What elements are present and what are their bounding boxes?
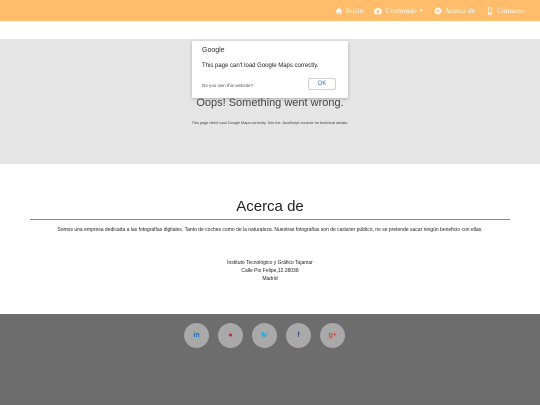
nav-item-acerca[interactable]: Acerca de xyxy=(434,6,475,15)
linkedin-icon[interactable]: in xyxy=(184,323,209,348)
pinterest-glyph: ● xyxy=(228,332,233,339)
nav-label-acerca: Acerca de xyxy=(444,6,475,15)
maps-error-message: This page can't load Google Maps correct… xyxy=(202,63,319,69)
googleplus-icon[interactable]: g+ xyxy=(320,323,345,348)
pinterest-icon[interactable]: ● xyxy=(218,323,243,348)
nav-item-inicio[interactable]: Inicio xyxy=(335,6,364,15)
google-brand: Google xyxy=(202,47,225,54)
maps-error-dialog: Google This page can't load Google Maps … xyxy=(192,41,348,98)
nav-item-contacto[interactable]: Contacto xyxy=(486,6,524,15)
about-divider xyxy=(30,219,510,220)
camera-icon xyxy=(374,7,383,14)
ok-button[interactable]: OK xyxy=(308,78,336,90)
top-navbar: Inicio Contenido ▾ Acerca de Contacto xyxy=(0,0,540,21)
linkedin-glyph: in xyxy=(193,332,200,339)
facebook-glyph: f xyxy=(297,332,300,339)
own-website-link[interactable]: Do you own this website? xyxy=(202,83,253,88)
oops-subtitle: This page didn't load Google Maps correc… xyxy=(191,121,349,125)
home-icon xyxy=(335,7,343,14)
address-line: Calle Pio Felipe,12.28038 xyxy=(241,268,299,274)
phone-icon xyxy=(487,6,492,15)
nav-item-contenido[interactable]: Contenido ▾ xyxy=(374,6,423,15)
nav-label-contacto: Contacto xyxy=(496,6,524,15)
address-block: Instituto Tecnológico y Gráfico Tajamar … xyxy=(0,259,540,283)
social-links: in ● 🐦 f g+ xyxy=(184,323,345,348)
nav-label-inicio: Inicio xyxy=(345,6,364,15)
oops-title: Oops! Something went wrong. xyxy=(196,97,344,109)
googleplus-glyph: g+ xyxy=(328,332,337,339)
twitter-glyph: 🐦 xyxy=(260,332,269,339)
address-line: Instituto Tecnológico y Gráfico Tajamar xyxy=(227,260,313,266)
facebook-icon[interactable]: f xyxy=(286,323,311,348)
nav-menu: Inicio Contenido ▾ Acerca de Contacto xyxy=(335,0,524,21)
about-description: Somos una empresa dedicada a las fotogra… xyxy=(57,227,483,233)
eye-icon xyxy=(434,7,442,14)
nav-label-contenido: Contenido xyxy=(385,6,417,15)
map-container: Google This page can't load Google Maps … xyxy=(0,39,540,164)
twitter-icon[interactable]: 🐦 xyxy=(252,323,277,348)
footer: in ● 🐦 f g+ xyxy=(0,314,540,405)
about-title: Acerca de xyxy=(236,198,304,215)
address-line: Madrid xyxy=(262,276,278,282)
chevron-down-icon: ▾ xyxy=(419,8,423,14)
